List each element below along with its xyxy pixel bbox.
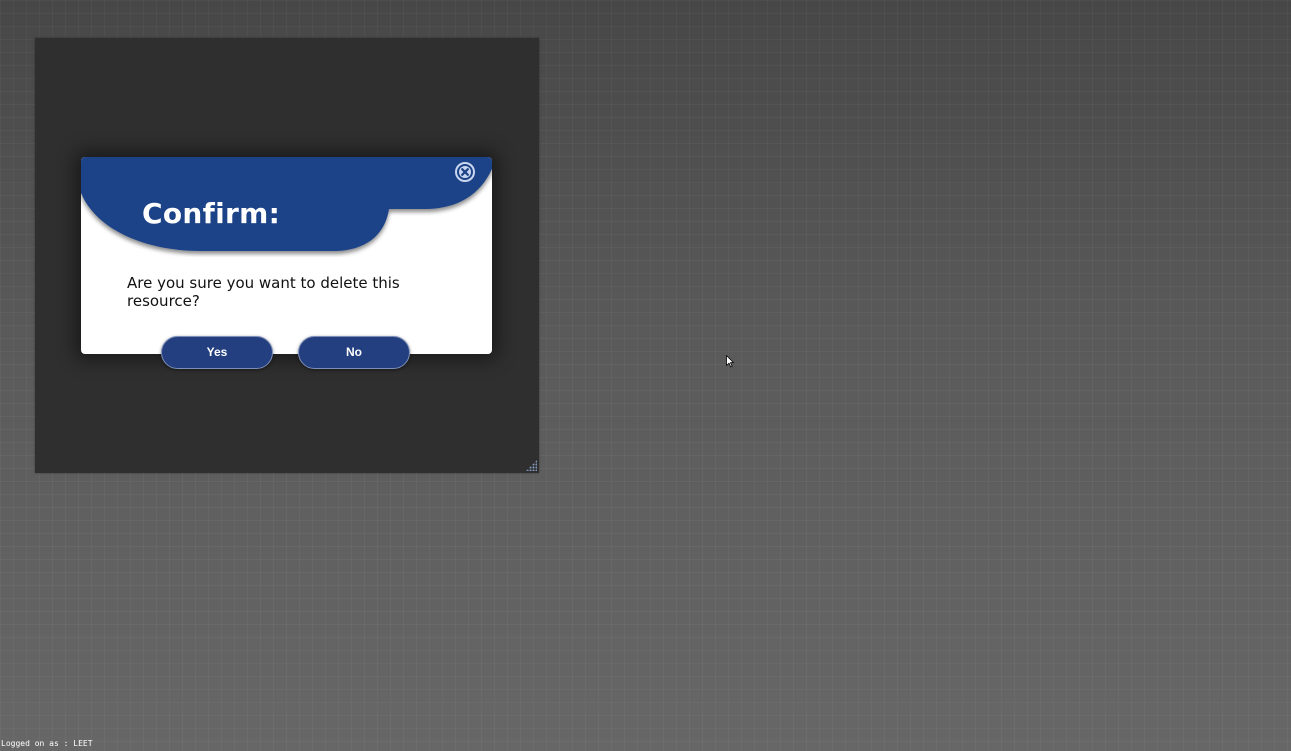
close-circle-icon — [455, 162, 475, 182]
mouse-pointer-icon — [726, 355, 734, 368]
yes-button[interactable]: Yes — [161, 336, 273, 369]
no-button[interactable]: No — [298, 336, 410, 369]
close-button[interactable] — [454, 161, 476, 183]
confirm-dialog: Confirm: Are you sure you want to delete… — [81, 157, 492, 369]
logged-on-status: Logged on as : LEET — [1, 739, 93, 748]
dialog-message: Are you sure you want to delete this res… — [127, 274, 400, 310]
resize-grip[interactable] — [526, 460, 537, 471]
dialog-title: Confirm: — [142, 197, 281, 230]
